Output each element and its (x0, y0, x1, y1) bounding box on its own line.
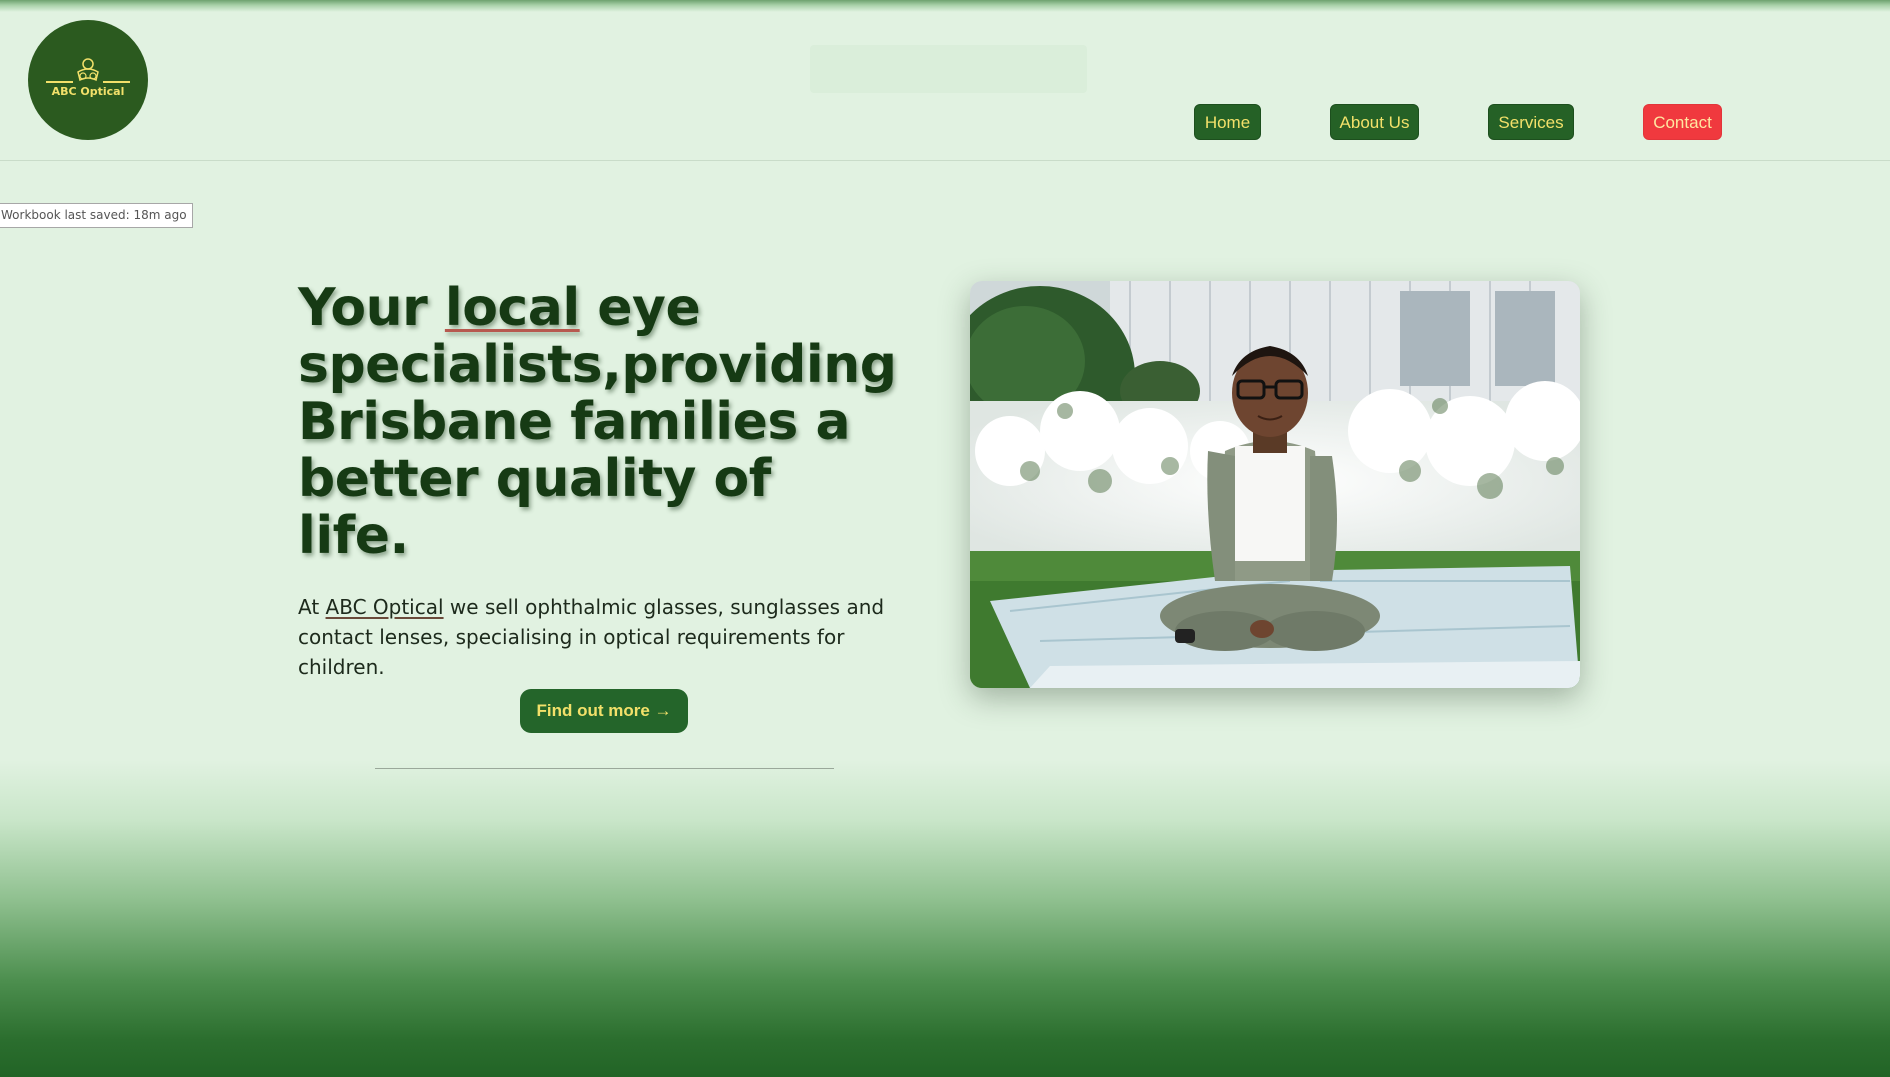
hero-photo (970, 281, 1580, 688)
intro-prefix: At (298, 595, 326, 619)
headline-highlight-local: local (444, 278, 580, 338)
nav-about-us-button[interactable]: About Us (1330, 104, 1419, 140)
faded-header-panel (810, 45, 1087, 93)
nav-contact-button[interactable]: Contact (1643, 104, 1722, 140)
headline-text-start: Your (298, 278, 445, 338)
section-divider (375, 768, 834, 769)
find-out-more-button[interactable]: Find out more → (520, 689, 688, 733)
nav-home-button[interactable]: Home (1194, 104, 1261, 140)
logo-text: ABC Optical (51, 85, 125, 98)
hero-headline: Your local eye specialists,providing Bri… (298, 280, 898, 565)
boy-with-glasses-photo (970, 281, 1580, 688)
site-header: ABC Optical Home About Us Services Conta… (0, 0, 1890, 161)
hero-intro-paragraph: At ABC Optical we sell ophthalmic glasse… (298, 592, 928, 682)
intro-brand-link[interactable]: ABC Optical (326, 595, 444, 619)
glasses-emblem-icon (46, 58, 130, 83)
workbook-saved-tooltip: Workbook last saved: 18m ago (0, 203, 193, 228)
abc-optical-logo[interactable]: ABC Optical (28, 20, 148, 140)
nav-services-button[interactable]: Services (1488, 104, 1574, 140)
